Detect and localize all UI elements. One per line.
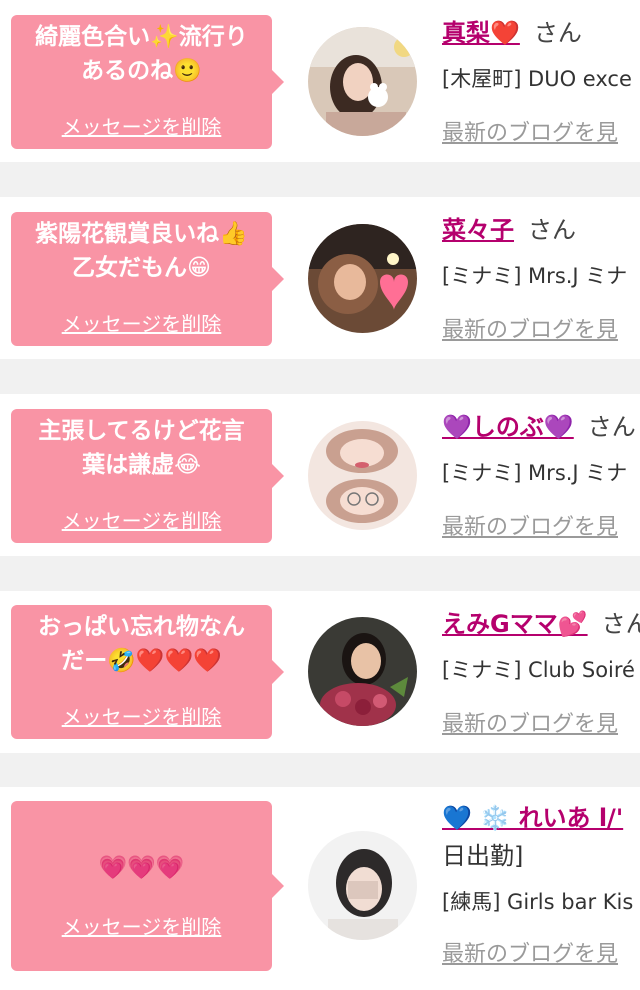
delete-message-link[interactable]: メッセージを削除 xyxy=(11,308,272,337)
name-line: 💜しのぶ💜 さん xyxy=(442,410,636,444)
honorific: さん xyxy=(533,19,582,47)
user-name-link[interactable]: 💜しのぶ💜 xyxy=(442,413,574,441)
delete-message-link[interactable]: メッセージを削除 xyxy=(11,111,272,140)
user-name-link[interactable]: 真梨❤️ xyxy=(442,19,520,47)
message-bubble: 紫陽花観賞良いね👍 乙女だもん😁 メッセージを削除 xyxy=(11,212,284,346)
shop-info: [ミナミ] Club Soiré xyxy=(442,658,635,682)
shop-info: [ミナミ] Mrs.J ミナ xyxy=(442,264,628,288)
latest-blog-link[interactable]: 最新のブログを見 xyxy=(442,312,618,344)
message-text: 主張してるけど花言 葉は謙虚😂 xyxy=(38,418,245,478)
delete-message-link[interactable]: メッセージを削除 xyxy=(11,911,272,940)
honorific: さん xyxy=(528,216,576,244)
avatar[interactable] xyxy=(308,224,417,333)
honorific: さん xyxy=(601,610,640,638)
delete-message-link[interactable]: メッセージを削除 xyxy=(11,505,272,534)
shop-info: [練馬] Girls bar Kis xyxy=(442,890,634,914)
shop-info: [木屋町] DUO exce xyxy=(442,67,632,91)
message-text: おっぱい忘れ物なん だー🤣❤️❤️❤️ xyxy=(38,614,245,674)
latest-blog-link[interactable]: 最新のブログを見 xyxy=(442,115,618,147)
name-line-continued: 日出勤] xyxy=(442,842,524,870)
message-bubble: 💗💗💗 メッセージを削除 xyxy=(11,801,284,971)
message-bubble: 綺麗色合い✨流行り あるのね🙂 メッセージを削除 xyxy=(11,15,284,149)
message-card: 綺麗色合い✨流行り あるのね🙂 メッセージを削除 真梨❤️ さん [木屋町] DU… xyxy=(0,0,640,162)
message-text: 紫陽花観賞良いね👍 乙女だもん😁 xyxy=(35,221,248,281)
shop-info: [ミナミ] Mrs.J ミナ xyxy=(442,461,628,485)
avatar[interactable] xyxy=(308,27,417,136)
avatar[interactable] xyxy=(308,831,417,940)
message-card: 紫陽花観賞良いね👍 乙女だもん😁 メッセージを削除 菜々子 さん [ミナミ] Mr… xyxy=(0,197,640,359)
user-name-link[interactable]: 💙 ❄️ れいあ l/' xyxy=(442,804,623,832)
latest-blog-link[interactable]: 最新のブログを見 xyxy=(442,936,618,968)
name-line: えみGママ💕 さん xyxy=(442,607,640,641)
name-line: 菜々子 さん xyxy=(442,213,576,247)
message-card: 主張してるけど花言 葉は謙虚😂 メッセージを削除 💜しのぶ💜 さん [ミナミ] M… xyxy=(0,394,640,556)
message-card: おっぱい忘れ物なん だー🤣❤️❤️❤️ メッセージを削除 えみGママ💕 さん [ミ… xyxy=(0,591,640,753)
honorific: さん xyxy=(587,413,636,441)
user-name-link[interactable]: えみGママ💕 xyxy=(442,610,588,638)
message-bubble: おっぱい忘れ物なん だー🤣❤️❤️❤️ メッセージを削除 xyxy=(11,605,284,739)
latest-blog-link[interactable]: 最新のブログを見 xyxy=(442,509,618,541)
name-line: 💙 ❄️ れいあ l/' xyxy=(442,801,623,835)
user-name-link[interactable]: 菜々子 xyxy=(442,216,514,244)
message-text: 綺麗色合い✨流行り あるのね🙂 xyxy=(35,24,248,84)
message-bubble: 主張してるけど花言 葉は謙虚😂 メッセージを削除 xyxy=(11,409,284,543)
avatar[interactable] xyxy=(308,421,417,530)
avatar[interactable] xyxy=(308,617,417,726)
message-text: 💗💗💗 xyxy=(98,855,185,881)
name-line: 真梨❤️ さん xyxy=(442,16,582,50)
message-card: 💗💗💗 メッセージを削除 💙 ❄️ れいあ l/' 日出勤] [練馬] Girl… xyxy=(0,787,640,990)
latest-blog-link[interactable]: 最新のブログを見 xyxy=(442,706,618,738)
delete-message-link[interactable]: メッセージを削除 xyxy=(11,701,272,730)
